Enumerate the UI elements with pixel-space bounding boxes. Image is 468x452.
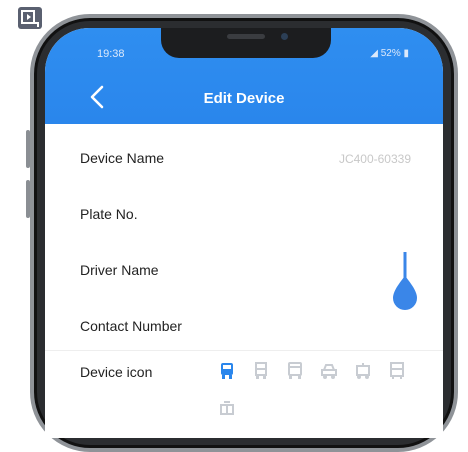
app-header: 19:38 ◢ 52% ▮ Edit Device	[45, 28, 443, 124]
coach-icon[interactable]	[389, 362, 405, 380]
front-camera	[281, 33, 288, 40]
phone-notch	[161, 28, 331, 58]
phone-screen: 19:38 ◢ 52% ▮ Edit Device Device Name JC…	[45, 28, 443, 438]
contact-number-label: Contact Number	[80, 318, 182, 334]
scroll-handle[interactable]	[385, 250, 425, 310]
signal-icon: ◢	[370, 48, 381, 59]
screen-recorder-icon	[18, 7, 42, 29]
tanker-icon[interactable]	[355, 362, 371, 380]
device-name-label: Device Name	[80, 150, 165, 166]
plate-no-row[interactable]: Plate No.	[45, 188, 443, 244]
speaker-grille	[227, 34, 265, 39]
status-time: 19:38	[97, 48, 125, 60]
truck-icon[interactable]	[253, 362, 269, 380]
status-icons: ◢ 52% ▮	[370, 48, 409, 59]
device-icon-label: Device icon	[80, 364, 153, 380]
building-icon[interactable]	[219, 400, 235, 418]
device-name-field[interactable]: JC400-60339	[339, 152, 411, 166]
bus-front-icon[interactable]	[287, 362, 303, 380]
plate-no-label: Plate No.	[80, 206, 138, 222]
driver-name-row[interactable]: Driver Name	[45, 244, 443, 300]
page-title: Edit Device	[203, 90, 285, 107]
battery-icon: ▮	[400, 48, 409, 59]
device-icon-row: Device icon	[45, 356, 443, 412]
bus-icon[interactable]	[219, 362, 235, 380]
car-icon[interactable]	[321, 362, 337, 380]
driver-name-label: Driver Name	[80, 262, 159, 278]
battery-level: 52%	[380, 48, 401, 59]
device-name-row[interactable]: Device Name JC400-60339	[45, 132, 443, 188]
divider	[45, 350, 443, 351]
contact-number-row[interactable]: Contact Number	[45, 300, 443, 356]
